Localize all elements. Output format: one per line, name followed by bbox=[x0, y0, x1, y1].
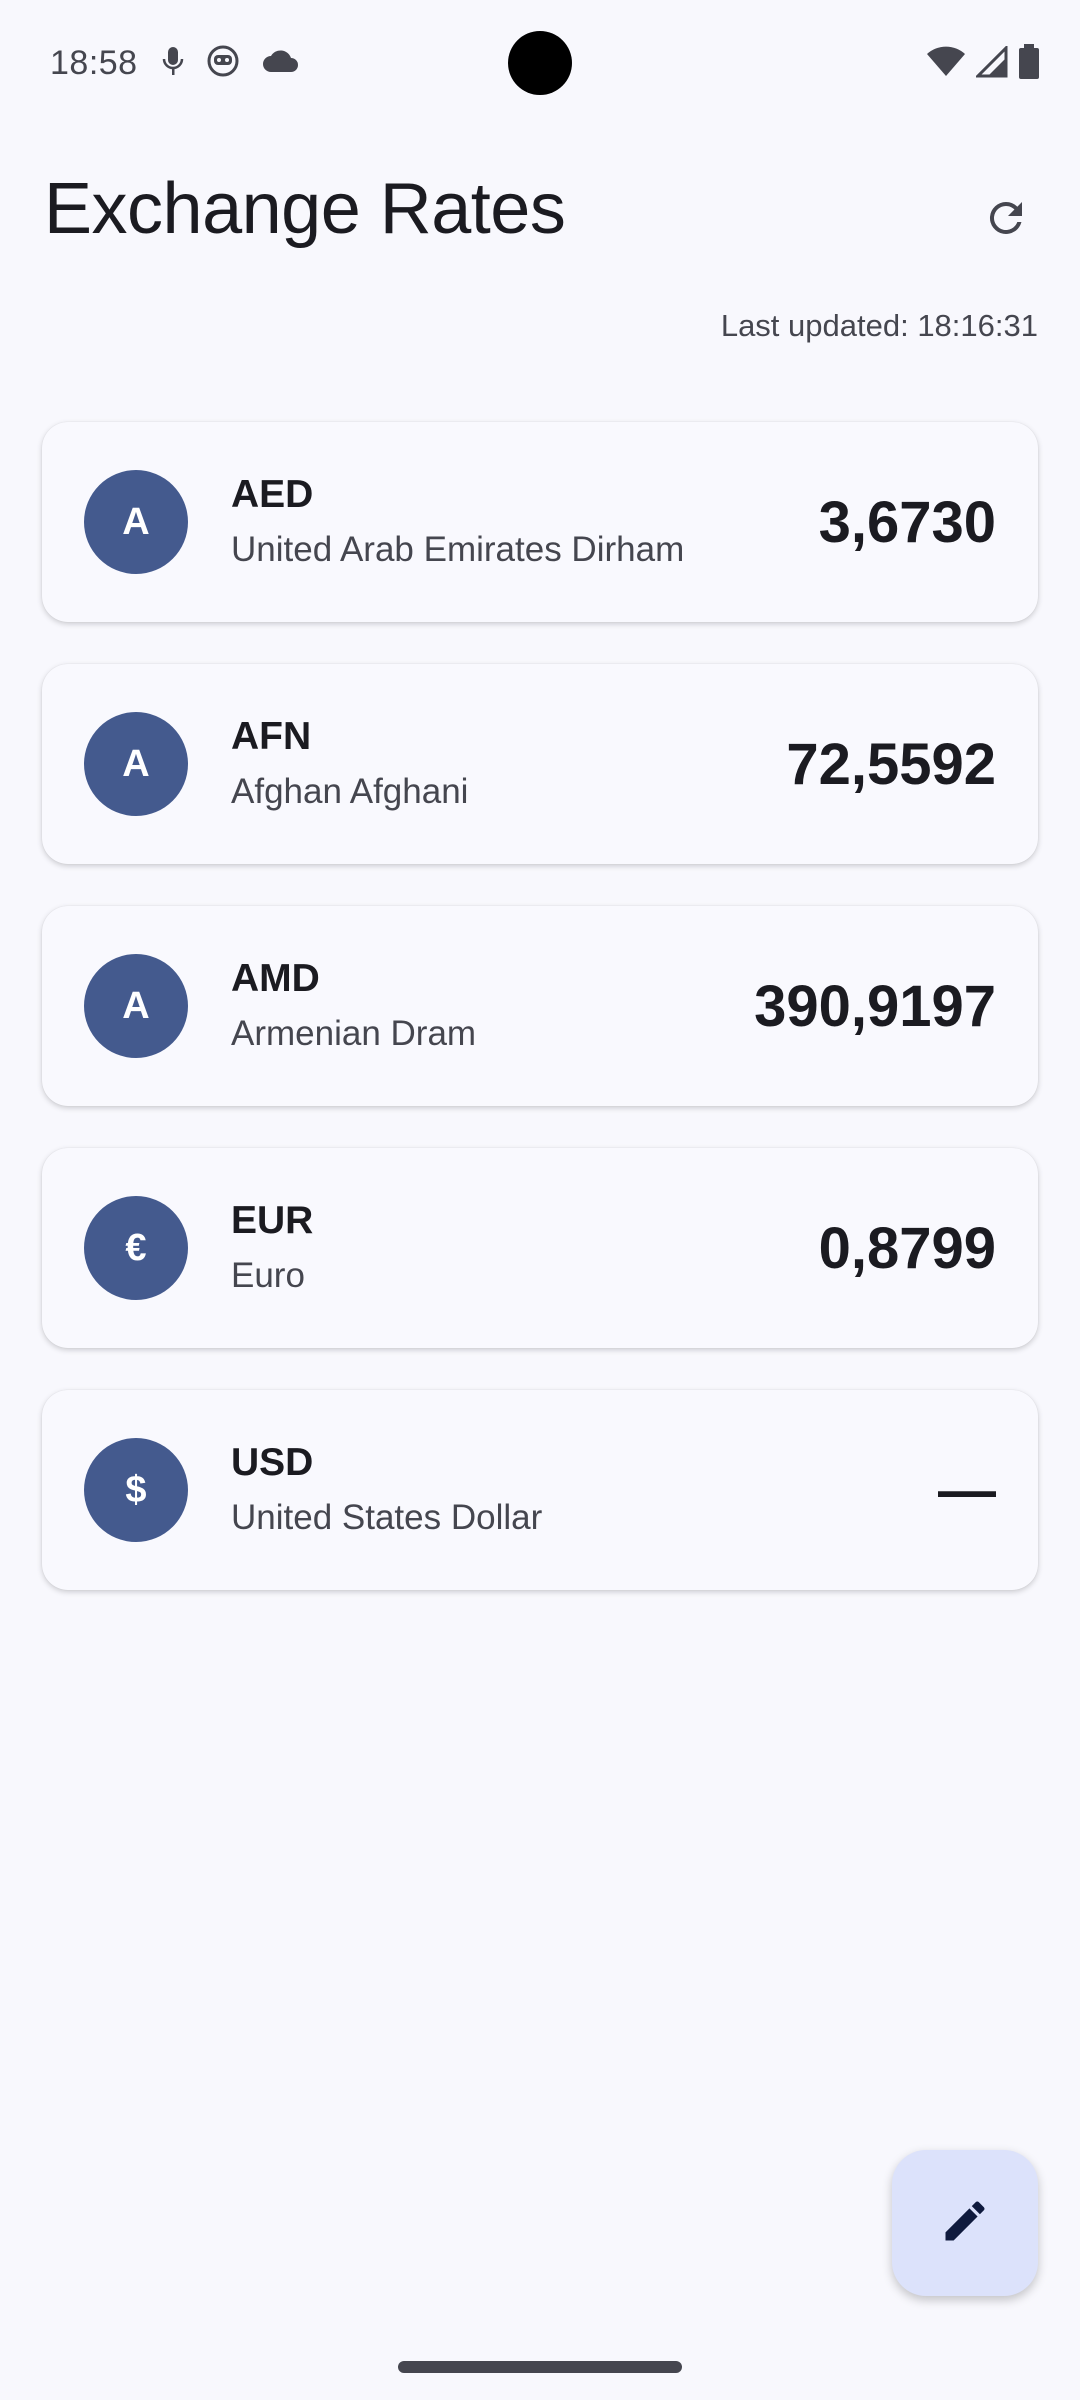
currency-name: United States Dollar bbox=[231, 1498, 543, 1537]
currency-avatar: A bbox=[84, 712, 188, 816]
currency-info: AMD Armenian Dram bbox=[231, 956, 476, 1058]
currency-info: USD United States Dollar bbox=[231, 1440, 542, 1542]
currency-avatar: $ bbox=[84, 1438, 188, 1542]
exchange-rates-screen: 18:58 Exchange Rates Last updated: 18:16… bbox=[0, 0, 1080, 2400]
currency-avatar: € bbox=[84, 1196, 188, 1300]
mic-icon bbox=[162, 45, 184, 77]
last-updated-text: Last updated: 18:16:31 bbox=[720, 308, 1038, 343]
page-title: Exchange Rates bbox=[44, 169, 566, 249]
currency-code: AED bbox=[231, 473, 314, 516]
rate-card-amd[interactable]: A AMD Armenian Dram 390,9197 bbox=[42, 906, 1038, 1106]
currency-code: USD bbox=[231, 1441, 314, 1484]
status-bar: 18:58 bbox=[0, 0, 1080, 130]
refresh-icon bbox=[982, 194, 1030, 247]
currency-rate: 72,5592 bbox=[786, 731, 996, 797]
currency-rate: 0,8799 bbox=[818, 1215, 996, 1281]
cloud-icon bbox=[262, 48, 300, 74]
refresh-button[interactable] bbox=[966, 180, 1046, 260]
currency-code: EUR bbox=[231, 1199, 314, 1242]
rate-card-afn[interactable]: A AFN Afghan Afghani 72,5592 bbox=[42, 664, 1038, 864]
currency-code: AFN bbox=[231, 715, 312, 758]
battery-icon bbox=[1018, 44, 1040, 80]
edit-pencil-icon bbox=[939, 2195, 991, 2252]
currency-avatar: A bbox=[84, 954, 188, 1058]
robot-face-icon bbox=[206, 44, 240, 78]
camera-cutout bbox=[508, 31, 572, 95]
currency-code: AMD bbox=[231, 957, 320, 1000]
edit-fab-button[interactable] bbox=[892, 2150, 1038, 2296]
gesture-nav-handle[interactable] bbox=[398, 2361, 682, 2373]
currency-info: AED United Arab Emirates Dirham bbox=[231, 472, 684, 574]
currency-name: Euro bbox=[231, 1256, 305, 1295]
currency-info: EUR Euro bbox=[231, 1198, 313, 1300]
status-time: 18:58 bbox=[50, 44, 138, 82]
currency-name: United Arab Emirates Dirham bbox=[231, 530, 685, 569]
cellular-signal-icon bbox=[976, 46, 1008, 78]
rate-card-aed[interactable]: A AED United Arab Emirates Dirham 3,6730 bbox=[42, 422, 1038, 622]
currency-name: Armenian Dram bbox=[231, 1014, 477, 1053]
currency-avatar: A bbox=[84, 470, 188, 574]
currency-rate: 3,6730 bbox=[818, 489, 996, 555]
currency-name: Afghan Afghani bbox=[231, 772, 469, 811]
rate-list: A AED United Arab Emirates Dirham 3,6730… bbox=[42, 422, 1038, 1632]
rate-card-usd[interactable]: $ USD United States Dollar — bbox=[42, 1390, 1038, 1590]
status-system-icons bbox=[926, 44, 1040, 80]
status-notification-icons bbox=[162, 44, 300, 78]
currency-info: AFN Afghan Afghani bbox=[231, 714, 468, 816]
rate-card-eur[interactable]: € EUR Euro 0,8799 bbox=[42, 1148, 1038, 1348]
currency-rate: — bbox=[938, 1457, 996, 1523]
wifi-icon bbox=[926, 46, 966, 78]
currency-rate: 390,9197 bbox=[754, 973, 996, 1039]
